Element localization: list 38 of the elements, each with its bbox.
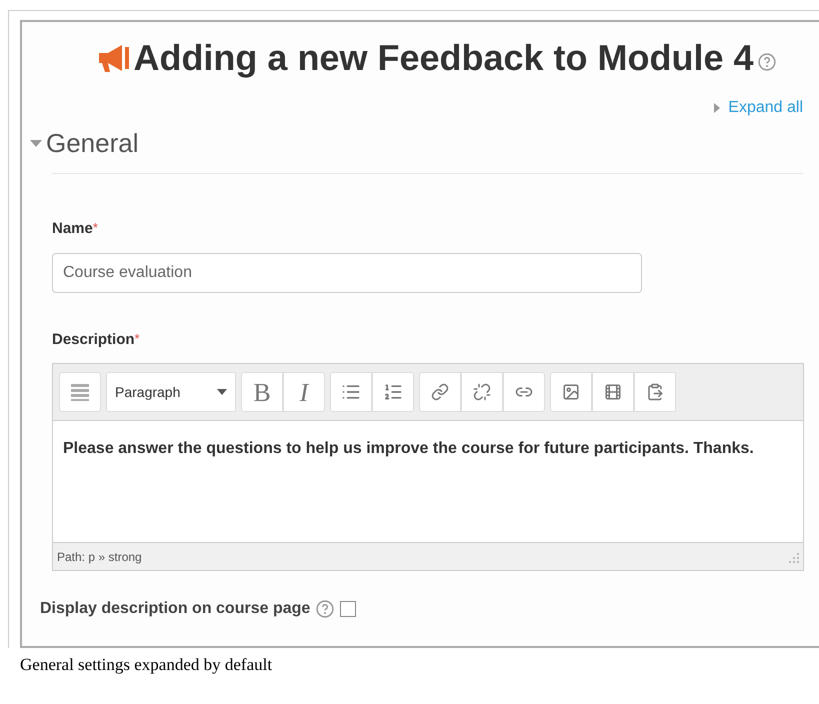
grid-icon xyxy=(70,382,90,402)
caret-icon xyxy=(714,103,720,113)
name-field[interactable]: Course evaluation xyxy=(52,252,642,292)
caret-icon[interactable] xyxy=(30,140,42,148)
page-title: Adding a new Feedback to Module 4 xyxy=(133,40,754,76)
figure-caption: General settings expanded by default xyxy=(20,654,274,676)
required-mark: * xyxy=(92,219,98,237)
field-label: Name xyxy=(52,219,93,239)
link-button[interactable] xyxy=(503,372,545,412)
link-button[interactable] xyxy=(419,372,461,412)
format-dropdown[interactable]: Paragraph xyxy=(106,372,236,412)
toolbar-toggle-button[interactable] xyxy=(59,372,101,412)
required-mark: * xyxy=(134,330,140,348)
checkbox-label: Display description on course page xyxy=(40,599,310,619)
link-icon xyxy=(431,383,449,401)
section-heading[interactable]: General xyxy=(46,124,138,163)
numbered-list-icon xyxy=(383,382,403,402)
help-icon[interactable] xyxy=(758,53,776,71)
unlink-icon xyxy=(473,383,491,401)
checkbox[interactable] xyxy=(340,601,356,617)
paste-button[interactable] xyxy=(634,372,676,412)
image-icon xyxy=(562,383,580,401)
help-icon[interactable] xyxy=(316,600,334,618)
clipboard-icon xyxy=(646,383,664,401)
image-button[interactable] xyxy=(550,372,592,412)
bold-button[interactable]: B xyxy=(241,372,283,412)
expand-all-link[interactable]: Expand all xyxy=(728,96,803,120)
description-text[interactable]: Please answer the questions to help us improve the course for future participants. Thanks. xyxy=(63,435,793,462)
element-path: Path: p » strong xyxy=(57,548,142,566)
media-button[interactable] xyxy=(592,372,634,412)
caret-icon xyxy=(217,389,227,395)
italic-button[interactable]: I xyxy=(283,372,325,412)
unlink-button[interactable] xyxy=(461,372,503,412)
film-icon xyxy=(604,383,622,401)
field-label: Description xyxy=(52,330,135,350)
resize-handle-icon[interactable] xyxy=(787,550,799,562)
numbered-list-button[interactable] xyxy=(372,372,414,412)
bullet-list-button[interactable] xyxy=(330,372,372,412)
